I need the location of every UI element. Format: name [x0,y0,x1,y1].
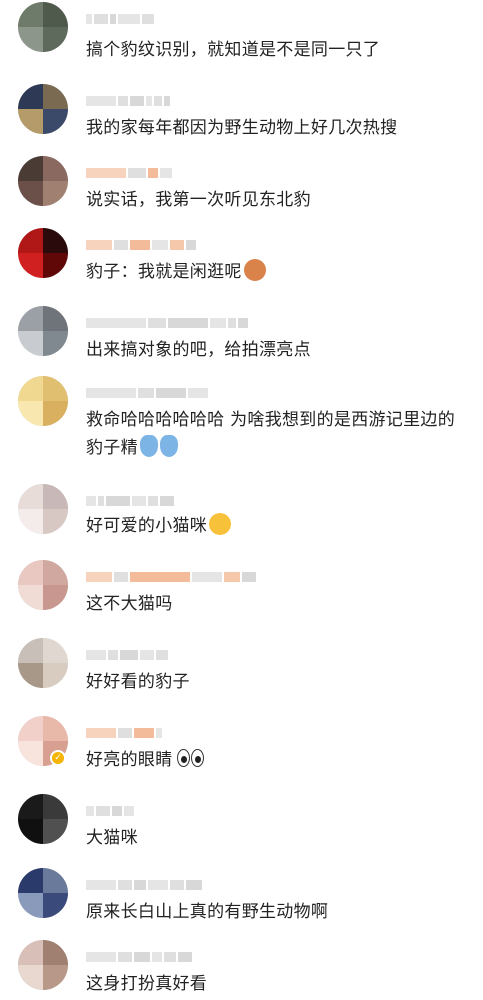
avatar[interactable] [18,794,68,844]
comment-text-content: 这不大猫吗 [86,594,173,614]
comment-text-content: 好好看的豹子 [86,672,190,692]
crying-emoji-icon [139,435,158,457]
comment-text: 好可爱的小猫咪 [86,512,465,540]
comment-text: 出来搞对象的吧，给拍漂亮点 [86,336,465,364]
username-blurred[interactable] [86,648,168,662]
comment-text: 豹子：我就是闲逛呢 [86,258,465,286]
username-blurred[interactable] [86,804,134,818]
comment-text: 我的家每年都因为野生动物上好几次热搜 [86,114,465,142]
username-blurred[interactable] [86,238,196,252]
comment-text-content: 大猫咪 [86,828,138,848]
avatar[interactable] [18,84,68,134]
comment-text: 原来长白山上真的有野生动物啊 [86,898,465,926]
comment-text-content: 我的家每年都因为野生动物上好几次热搜 [86,118,398,138]
crying-emoji-icon [159,435,178,457]
comment-list: 搞个豹纹识别，就知道是不是同一只了 我的家每年都因为野生动物上好几次热搜 说实话，我… [0,0,483,1000]
username-blurred[interactable] [86,726,162,740]
username-blurred[interactable] [86,878,202,892]
avatar[interactable] [18,156,68,206]
comment-text: 好好看的豹子 [86,668,465,696]
comment-text: 救命哈哈哈哈哈哈 为啥我想到的是西游记里边的豹子精 [86,406,465,462]
kiss-emoji-icon [209,513,232,535]
avatar[interactable] [18,638,68,688]
avatar[interactable] [18,868,68,918]
username-blurred[interactable] [86,12,154,26]
username-blurred[interactable] [86,570,256,584]
comment-text-content: 原来长白山上真的有野生动物啊 [86,902,329,922]
verified-badge-icon: ✓ [50,750,66,766]
comment-text: 大猫咪 [86,824,465,852]
avatar[interactable] [18,376,68,426]
comment-text-content: 出来搞对象的吧，给拍漂亮点 [86,340,311,360]
comment-text: 这不大猫吗 [86,590,465,618]
comment-text: 说实话，我第一次听见东北豹 [86,186,465,214]
username-blurred[interactable] [86,386,208,400]
comment-text-content: 说实话，我第一次听见东北豹 [86,190,311,210]
comment-text-content: 好可爱的小猫咪 [86,516,208,536]
avatar[interactable] [18,484,68,534]
avatar[interactable] [18,2,68,52]
username-blurred[interactable] [86,494,174,508]
username-blurred[interactable] [86,166,172,180]
avatar[interactable] [18,306,68,356]
comment-text: 好亮的眼睛 [86,746,465,774]
eyes-emoji-icon [175,747,207,769]
comment-text-content: 这身打扮真好看 [86,974,208,994]
comment-text: 这身打扮真好看 [86,970,465,998]
avatar[interactable] [18,228,68,278]
comment-text: 搞个豹纹识别，就知道是不是同一只了 [86,36,465,64]
avatar[interactable] [18,560,68,610]
username-blurred[interactable] [86,316,248,330]
username-blurred[interactable] [86,94,170,108]
avatar[interactable] [18,940,68,990]
username-blurred[interactable] [86,950,192,964]
comment-text-content: 好亮的眼睛 [86,750,173,770]
leopard-emoji-icon [243,259,266,281]
comment-text-content: 搞个豹纹识别，就知道是不是同一只了 [86,40,381,60]
comment-text-content: 豹子：我就是闲逛呢 [86,262,242,282]
